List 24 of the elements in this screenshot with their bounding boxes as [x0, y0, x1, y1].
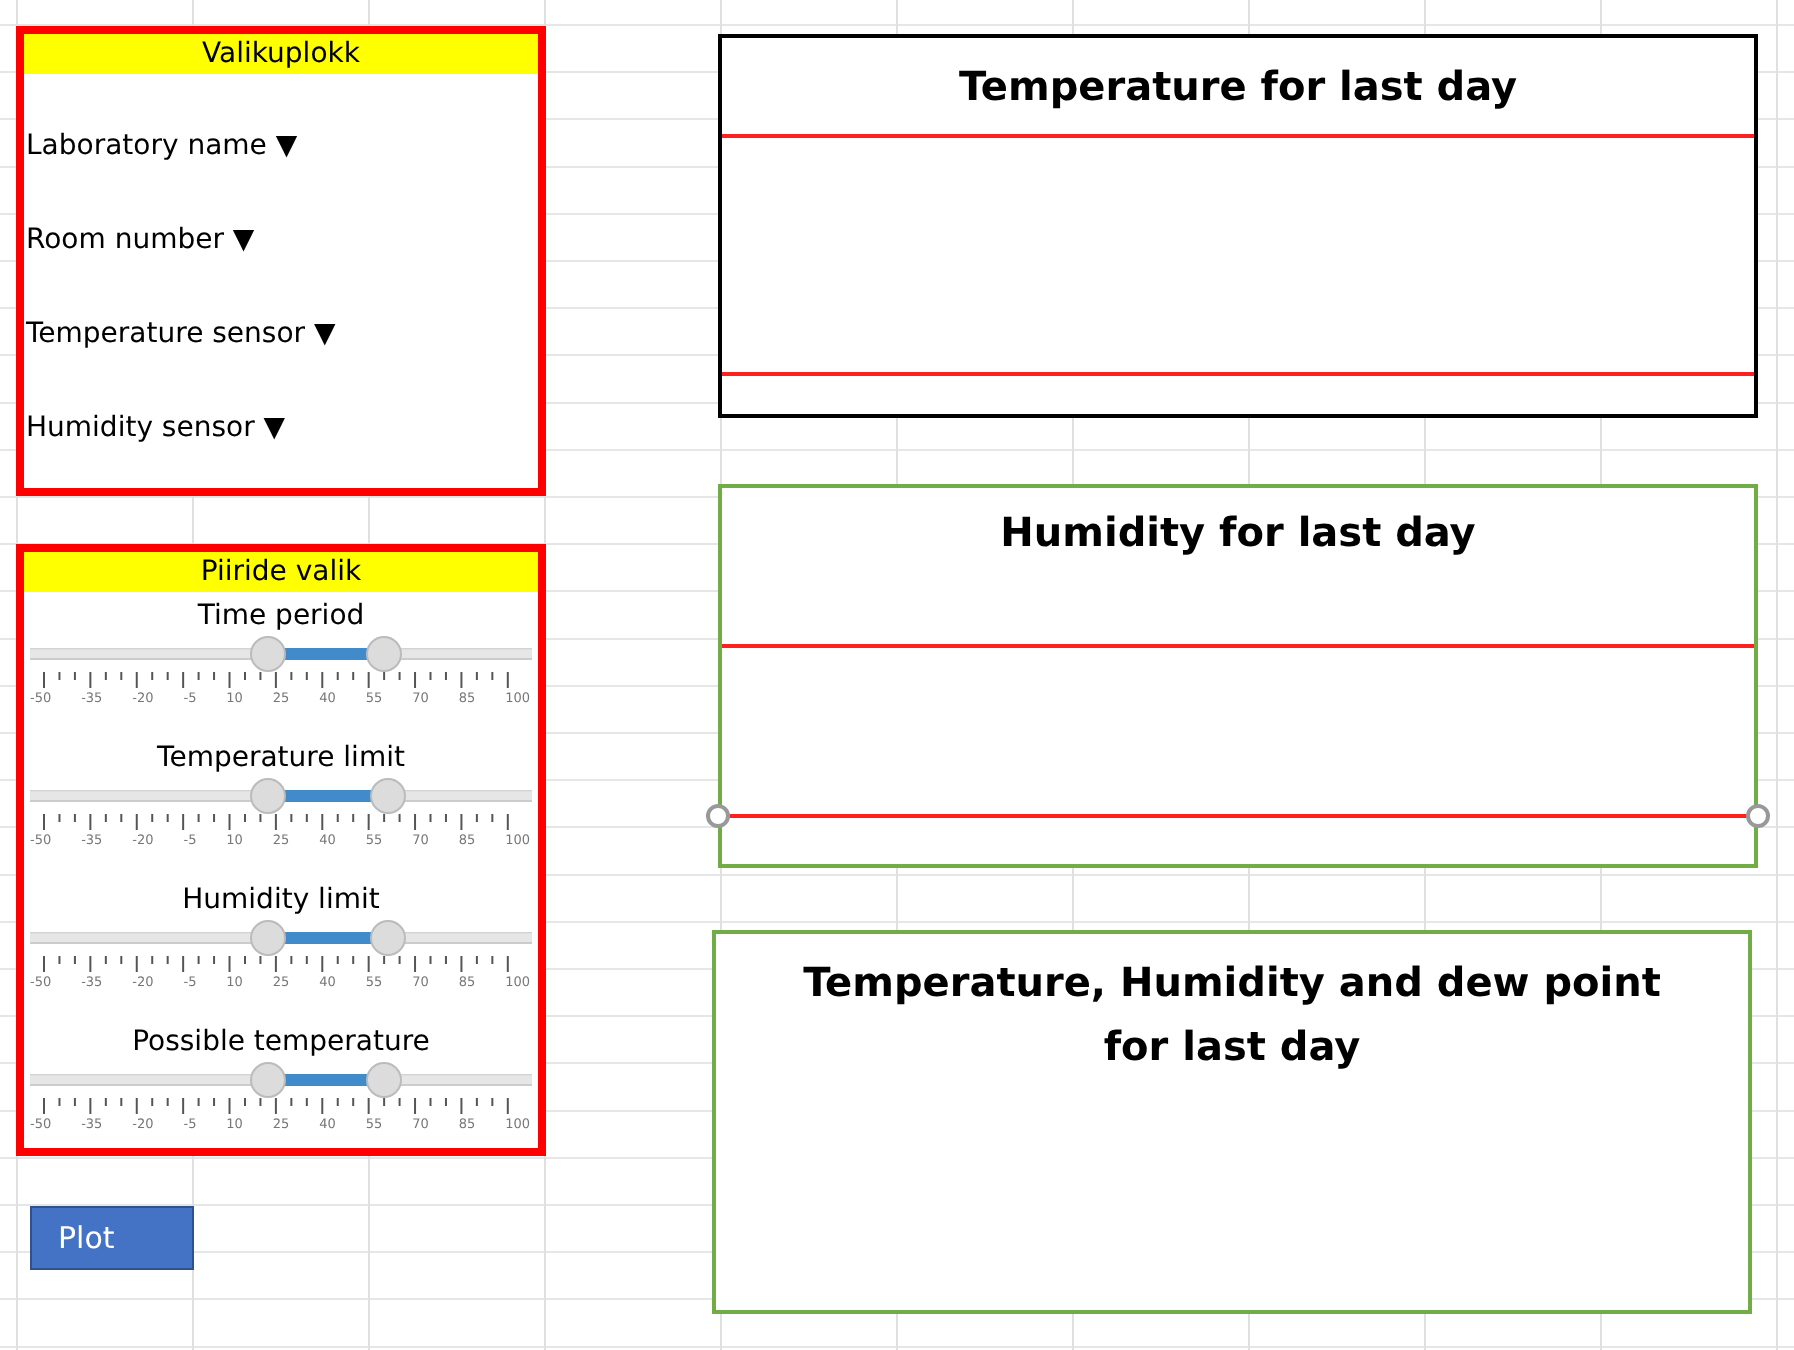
panel-title: Piiride valik: [24, 552, 538, 592]
slider-thumb[interactable]: [249, 1062, 285, 1098]
panel-title: Valikuplokk: [24, 34, 538, 74]
dropdown[interactable]: Temperature sensor ▼: [26, 316, 538, 354]
dropdown[interactable]: Room number ▼: [26, 222, 538, 260]
chart-title: Humidity for last day: [998, 506, 1478, 560]
dropdown[interactable]: Laboratory name ▼: [26, 128, 538, 166]
slider-thumb[interactable]: [365, 636, 402, 672]
slider-thumb[interactable]: [249, 636, 285, 672]
slider-label: Humidity limit: [180, 884, 382, 916]
slider-label: Possible temperature: [130, 1026, 432, 1058]
slider-thumb[interactable]: [370, 920, 407, 956]
chart-title: Temperature for last day: [956, 60, 1520, 114]
selection-handle[interactable]: [1746, 804, 1770, 828]
plot-button[interactable]: Plot: [30, 1206, 194, 1270]
slider-thumb[interactable]: [370, 778, 407, 814]
dropdown[interactable]: Humidity sensor ▼: [26, 410, 538, 448]
slider-thumb[interactable]: [249, 778, 285, 814]
slider-thumb[interactable]: [365, 1062, 402, 1098]
slider-thumb[interactable]: [249, 920, 285, 956]
slider-label: Temperature limit: [155, 742, 407, 774]
slider-label: Time period: [195, 600, 367, 632]
selection-handle[interactable]: [706, 804, 730, 828]
chart-title: Temperature, Humidity and dew point for last day: [801, 956, 1663, 1074]
